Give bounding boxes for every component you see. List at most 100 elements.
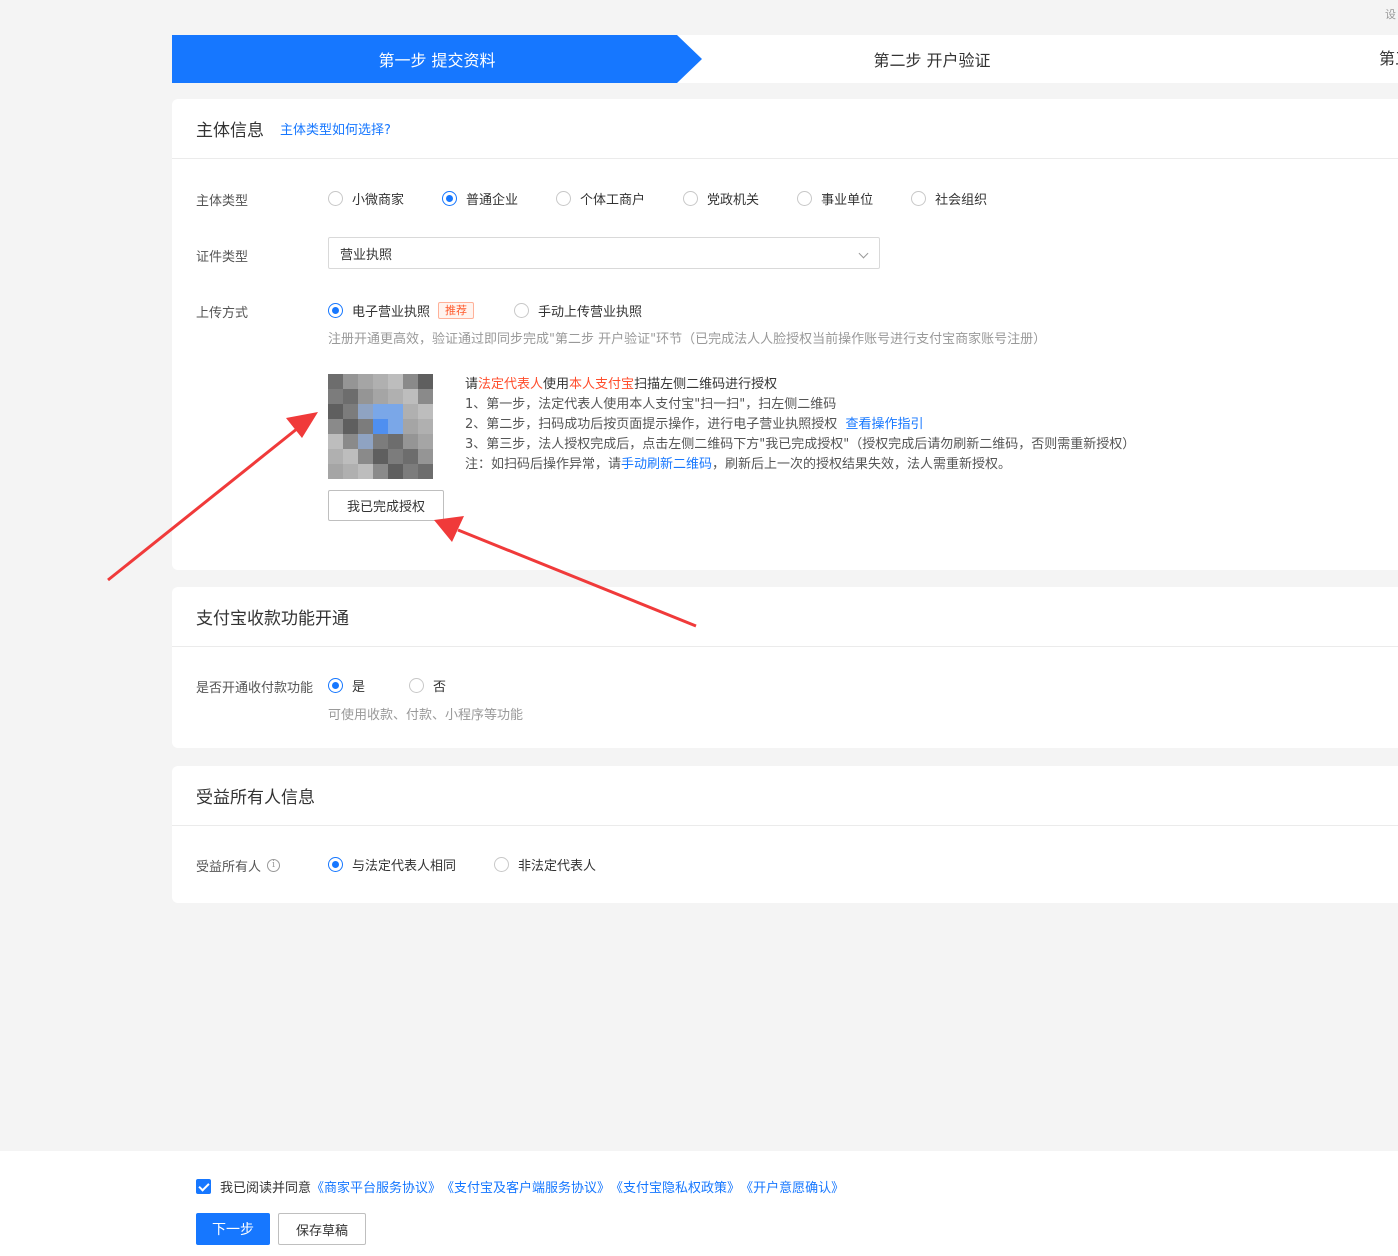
enable-payment-radio-group: 是 否 [328,676,484,695]
agreement-link-merchant-platform[interactable]: 《商家平台服务协议》 [311,1177,441,1196]
subject-type-help-link[interactable]: 主体类型如何选择? [280,119,391,138]
agreement-text: 我已阅读并同意 [220,1181,312,1196]
instruction-note: 注：如扫码后操作异常，请手动刷新二维码，刷新后上一次的授权结果失效，法人需重新授… [465,455,1135,475]
qr-pixel [328,374,343,389]
beneficiary-radio-group: 与法定代表人相同 非法定代表人 [328,855,634,874]
subject-type-radio-group: 小微商家 普通企业 个体工商户 党政机关 事业单位 社会组织 [328,189,1025,208]
enable-payment-no[interactable]: 否 [409,676,446,695]
beneficiary-label-row: 受益所有人 i [196,856,281,875]
qr-pixel [373,404,388,419]
instr-title-highlight-legal-rep: 法定代表人 [478,377,544,392]
card-title: 主体信息 [196,121,264,141]
enable-payment-yes[interactable]: 是 [328,676,365,695]
qr-pixel [328,434,343,449]
upload-option-electronic[interactable]: 电子营业执照 推荐 [328,301,475,320]
subject-type-option[interactable]: 小微商家 [328,189,404,208]
qr-pixel [418,449,433,464]
cert-type-label: 证件类型 [196,250,249,265]
instruction-line-2: 2、第二步，扫码成功后按页面提示操作，进行电子营业执照授权 查看操作指引 [465,415,1135,435]
instruction-line-3: 3、第三步，法人授权完成后，点击左侧二维码下方"我已完成授权"（授权完成后请勿刷… [465,437,1136,452]
qr-pixel [373,374,388,389]
recommend-badge: 推荐 [438,302,475,319]
instr-title-highlight-alipay: 本人支付宝 [569,377,635,392]
radio-checked-icon [328,303,343,318]
upload-hint: 注册开通更高效，验证通过即同步完成"第二步 开户验证"环节（已完成法人人脸授权当… [328,332,1047,347]
enable-payment-no-label: 否 [433,680,447,695]
radio-unchecked-icon [514,303,530,318]
qr-code-image[interactable] [328,374,436,479]
qr-pixel [418,404,433,419]
qr-pixel [418,374,433,389]
beneficiary-not-legal-label: 非法定代表人 [518,859,597,874]
step-2: 第二步 开户验证 [873,51,991,70]
view-guide-link[interactable]: 查看操作指引 [846,417,924,432]
chevron-down-icon [858,248,869,259]
subject-type-option-label: 普通企业 [466,193,519,208]
qr-pixel [358,374,373,389]
qr-pixel [373,434,388,449]
qr-pixel [388,419,403,434]
beneficiary-card: 受益所有人信息 受益所有人 i 与法定代表人相同 非法定代表人 [172,766,1398,903]
step-3: 第三 [1379,49,1398,68]
instructions-title: 请法定代表人使用本人支付宝扫描左侧二维码进行授权 [465,375,1135,395]
beneficiary-same-label: 与法定代表人相同 [352,859,457,874]
radio-checked-icon [442,191,458,206]
alipay-payment-card: 支付宝收款功能开通 是否开通收付款功能 是 否 可使用收款、付款、小程序等功能 [172,587,1398,748]
qr-pixel [388,374,403,389]
upload-option-manual[interactable]: 手动上传营业执照 [514,301,642,320]
qr-pixel [358,449,373,464]
qr-pixel [343,449,358,464]
qr-pixel [328,464,343,479]
subject-type-option[interactable]: 社会组织 [911,189,987,208]
qr-pixel [418,434,433,449]
beneficiary-label: 受益所有人 [196,860,262,875]
qr-pixel [373,464,388,479]
card-header: 支付宝收款功能开通 [172,587,1398,647]
qr-pixel [343,464,358,479]
subject-type-option[interactable]: 事业单位 [797,189,873,208]
cert-type-select[interactable]: 营业执照 [328,237,880,269]
qr-pixel [388,464,403,479]
upload-option-electronic-label: 电子营业执照 [352,305,431,320]
subject-type-option-label: 个体工商户 [580,193,646,208]
save-draft-button[interactable]: 保存草稿 [278,1213,366,1245]
radio-checked-icon [328,678,343,693]
qr-pixel [403,389,418,404]
instruction-note-text: 注：如扫码后操作异常，请 [465,457,622,472]
subject-type-option[interactable]: 党政机关 [683,189,759,208]
info-icon[interactable]: i [267,859,281,872]
subject-type-option[interactable]: 普通企业 [442,189,518,208]
enable-payment-hint: 可使用收款、付款、小程序等功能 [328,708,524,723]
agreement-checkbox[interactable] [196,1179,211,1194]
beneficiary-not-legal[interactable]: 非法定代表人 [494,855,596,874]
radio-unchecked-icon [328,191,343,206]
agreement-link-account-confirmation[interactable]: 《开户意愿确认》 [740,1177,844,1196]
qr-pixel [358,434,373,449]
refresh-qr-link[interactable]: 手动刷新二维码 [621,457,712,472]
agreement-link-privacy-policy[interactable]: 《支付宝隐私权政策》 [610,1177,740,1196]
subject-type-option-label: 小微商家 [352,193,405,208]
authorization-done-button[interactable]: 我已完成授权 [328,490,444,521]
radio-unchecked-icon [911,191,927,206]
qr-pixel [358,389,373,404]
qr-pixel [388,389,403,404]
qr-pixel [328,404,343,419]
qr-pixel [403,464,418,479]
radio-unchecked-icon [556,191,572,206]
qr-pixel [358,419,373,434]
card-header: 主体信息 主体类型如何选择? [172,99,1398,159]
qr-pixel [343,419,358,434]
qr-pixel [403,374,418,389]
subject-type-option-label: 社会组织 [935,193,988,208]
instr-title-text: 扫描左侧二维码进行授权 [634,377,778,392]
instruction-line-1: 1、第一步，法定代表人使用本人支付宝"扫一扫"，扫左侧二维码 [465,397,837,412]
subject-type-option[interactable]: 个体工商户 [556,189,645,208]
radio-unchecked-icon [797,191,813,206]
qr-pixel [373,449,388,464]
next-step-button[interactable]: 下一步 [196,1213,270,1245]
agreement-link-alipay-client[interactable]: 《支付宝及客户端服务协议》 [441,1177,610,1196]
qr-pixel [358,404,373,419]
radio-checked-icon [328,857,343,872]
cert-type-value: 营业执照 [340,247,393,263]
beneficiary-same-as-legal[interactable]: 与法定代表人相同 [328,855,456,874]
